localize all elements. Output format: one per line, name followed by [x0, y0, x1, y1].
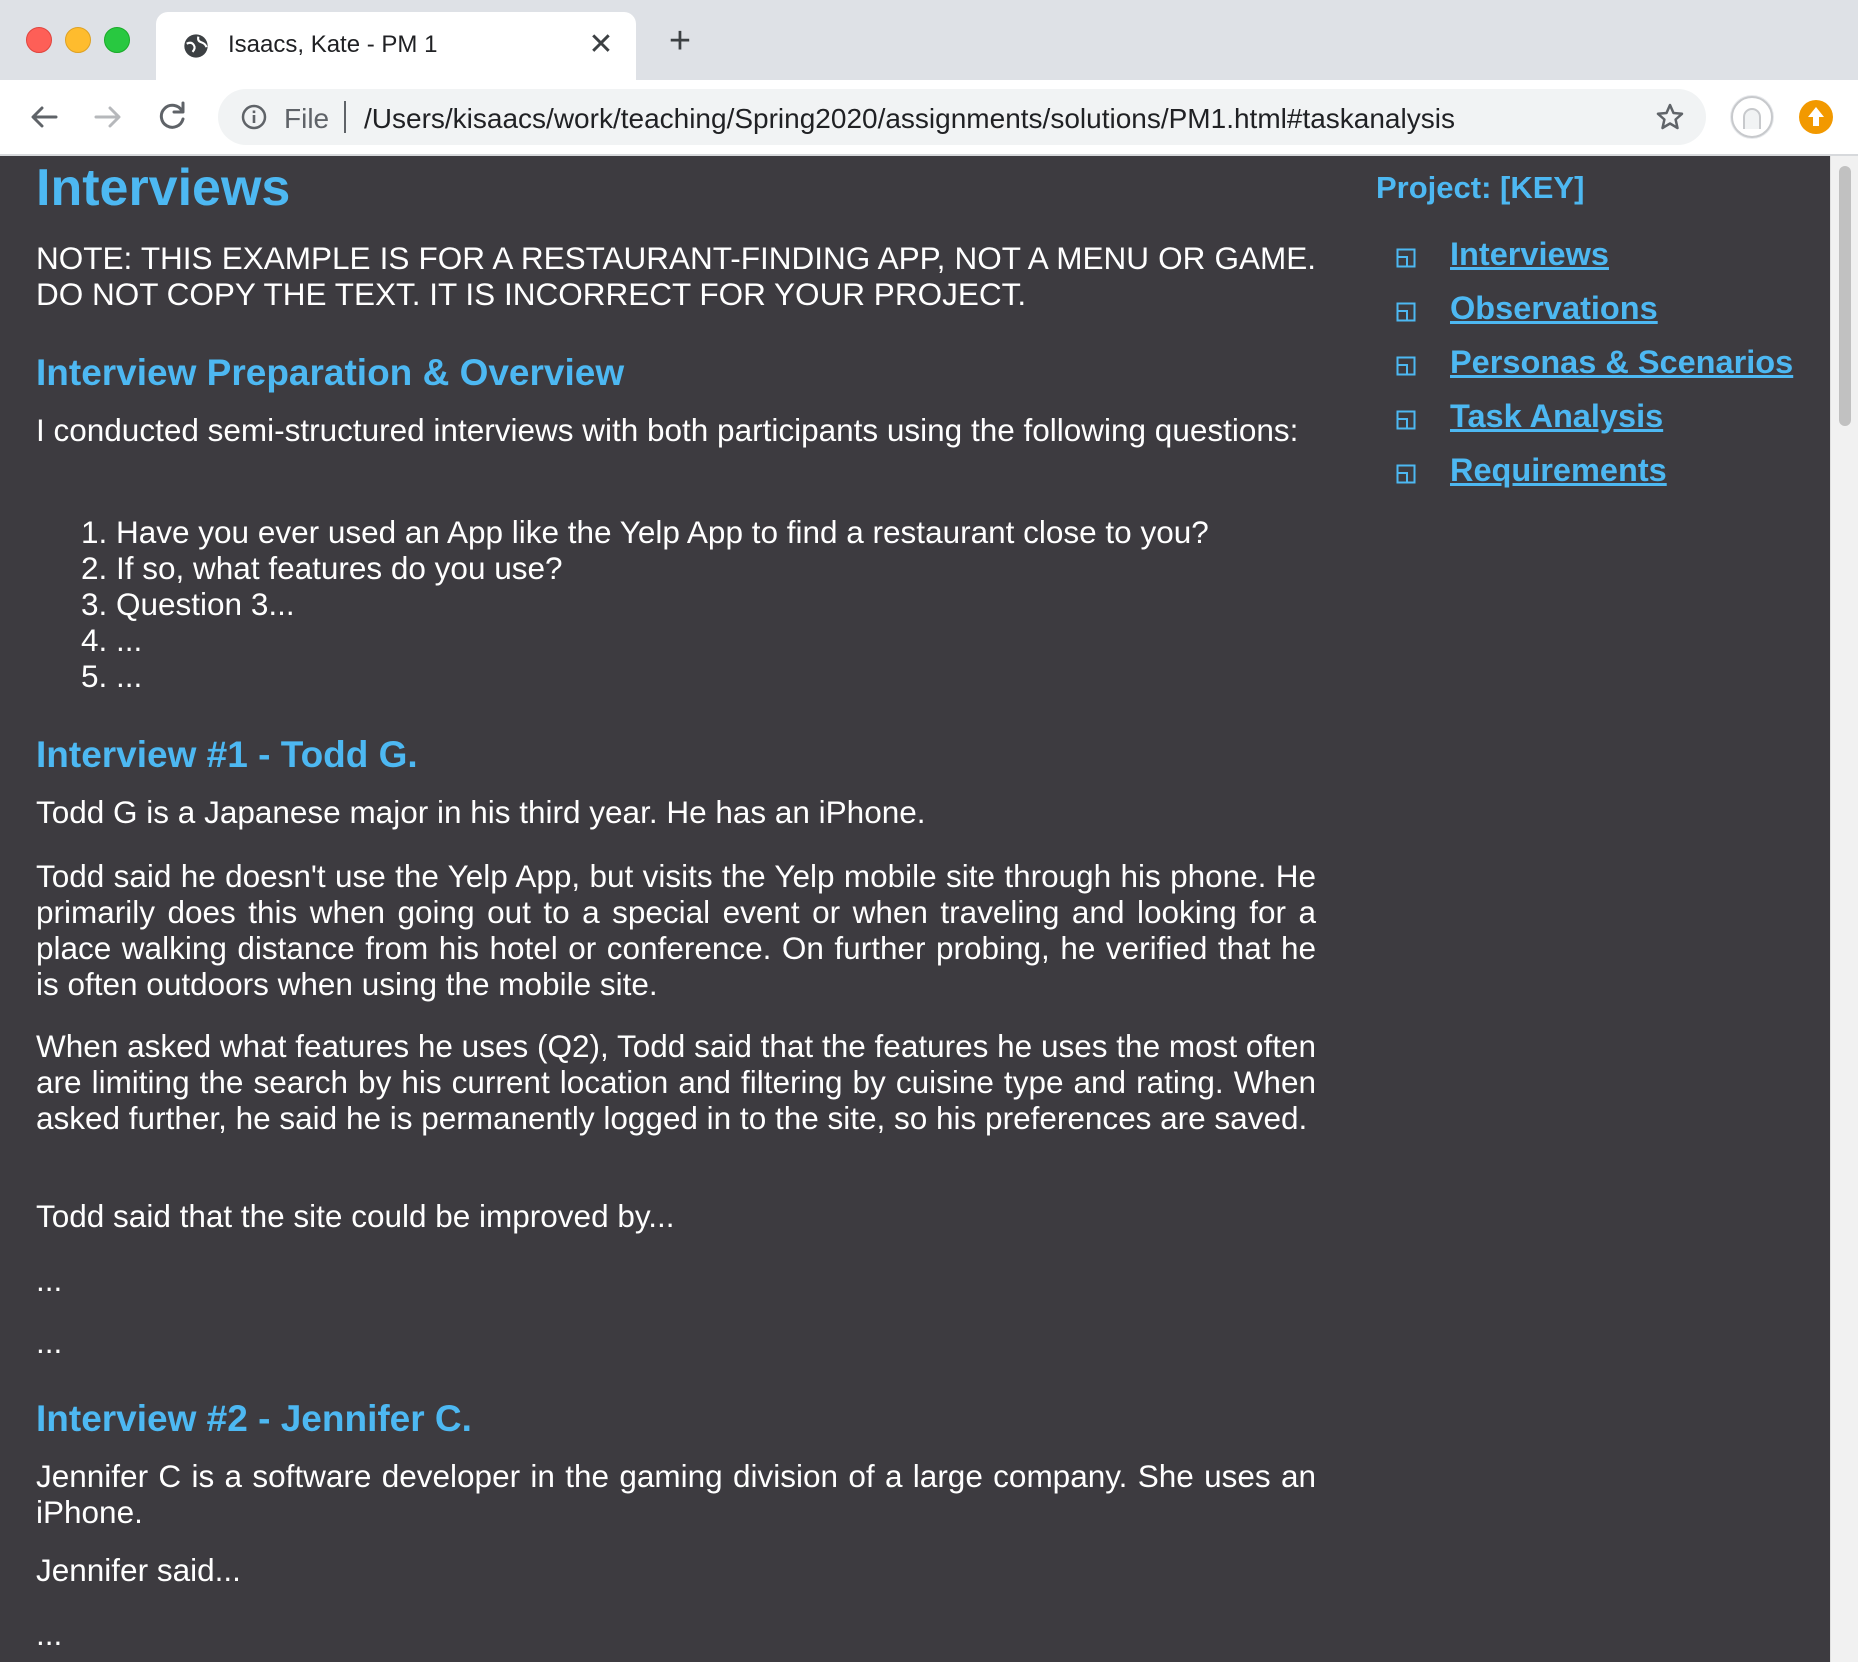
- toc-link-observations[interactable]: Observations: [1450, 290, 1658, 327]
- interview1-heading: Interview #1 - Todd G.: [36, 734, 418, 775]
- toc-link-personas[interactable]: Personas & Scenarios: [1450, 344, 1793, 381]
- zoom-window-button[interactable]: [104, 27, 130, 53]
- expand-square-icon: [1396, 464, 1416, 484]
- back-arrow-icon: [31, 106, 58, 128]
- forward-arrow-icon: [94, 106, 121, 128]
- forward-button[interactable]: [88, 97, 128, 137]
- expand-square-icon: [1396, 356, 1416, 376]
- note-paragraph: NOTE: THIS EXAMPLE IS FOR A RESTAURANT-F…: [36, 240, 1316, 312]
- list-item: Have you ever used an App like the Yelp …: [116, 514, 1209, 550]
- expand-square-icon: [1396, 248, 1416, 268]
- prep-heading: Interview Preparation & Overview: [36, 352, 625, 393]
- toc-link-interviews[interactable]: Interviews: [1450, 236, 1609, 273]
- minimize-window-button[interactable]: [65, 27, 91, 53]
- project-title: Project: [KEY]: [1376, 170, 1585, 205]
- page-viewport: Interviews NOTE: THIS EXAMPLE IS FOR A R…: [0, 156, 1830, 1662]
- reload-button[interactable]: [152, 97, 192, 137]
- bookmark-star-icon[interactable]: [1654, 101, 1686, 133]
- globe-icon: [184, 34, 208, 58]
- interview1-paragraph-4: Todd said that the site could be improve…: [36, 1198, 675, 1234]
- url-scheme-label: File: [284, 103, 330, 134]
- expand-square-icon: [1396, 410, 1416, 430]
- questions-list: Have you ever used an App like the Yelp …: [80, 514, 1209, 694]
- browser-titlebar: Isaacs, Kate - PM 1 ✕ +: [0, 0, 1858, 80]
- browser-toolbar: File /Users/kisaacs/work/teaching/Spring…: [0, 80, 1858, 156]
- ellipsis-paragraph: ...: [36, 1324, 63, 1360]
- url-separator: [344, 101, 346, 133]
- interview1-paragraph-3: When asked what features he uses (Q2), T…: [36, 1028, 1316, 1136]
- new-tab-button[interactable]: +: [664, 22, 696, 60]
- tab-title: Isaacs, Kate - PM 1: [228, 31, 438, 58]
- reload-icon: [159, 101, 185, 129]
- expand-square-icon: [1396, 302, 1416, 322]
- list-item: If so, what features do you use?: [116, 550, 1209, 586]
- profile-avatar-icon[interactable]: [1730, 95, 1774, 139]
- url-text[interactable]: /Users/kisaacs/work/teaching/Spring2020/…: [364, 103, 1455, 135]
- scrollbar-thumb[interactable]: [1839, 166, 1851, 426]
- info-icon[interactable]: [240, 103, 268, 131]
- vertical-scrollbar[interactable]: [1830, 156, 1858, 1662]
- close-window-button[interactable]: [26, 27, 52, 53]
- interview2-paragraph-1: Jennifer C is a software developer in th…: [36, 1458, 1316, 1530]
- toc-link-requirements[interactable]: Requirements: [1450, 452, 1667, 489]
- browser-tab[interactable]: Isaacs, Kate - PM 1 ✕: [156, 12, 636, 80]
- interview1-paragraph-2: Todd said he doesn't use the Yelp App, b…: [36, 858, 1316, 1002]
- ellipsis-paragraph: ...: [36, 1616, 63, 1652]
- ellipsis-paragraph: ...: [36, 1262, 63, 1298]
- close-tab-icon[interactable]: ✕: [586, 30, 616, 60]
- interview2-paragraph-2: Jennifer said...: [36, 1552, 241, 1588]
- list-item: ...: [116, 658, 1209, 694]
- toc-link-task-analysis[interactable]: Task Analysis: [1450, 398, 1663, 435]
- list-item: Question 3...: [116, 586, 1209, 622]
- page-title: Interviews: [36, 159, 291, 217]
- list-item: ...: [116, 622, 1209, 658]
- interview1-paragraph-1: Todd G is a Japanese major in his third …: [36, 794, 926, 830]
- prep-paragraph: I conducted semi-structured interviews w…: [36, 412, 1299, 448]
- address-bar[interactable]: File /Users/kisaacs/work/teaching/Spring…: [218, 89, 1706, 145]
- update-arrow-icon[interactable]: [1799, 100, 1833, 134]
- interview2-heading: Interview #2 - Jennifer C.: [36, 1398, 472, 1439]
- back-button[interactable]: [24, 97, 64, 137]
